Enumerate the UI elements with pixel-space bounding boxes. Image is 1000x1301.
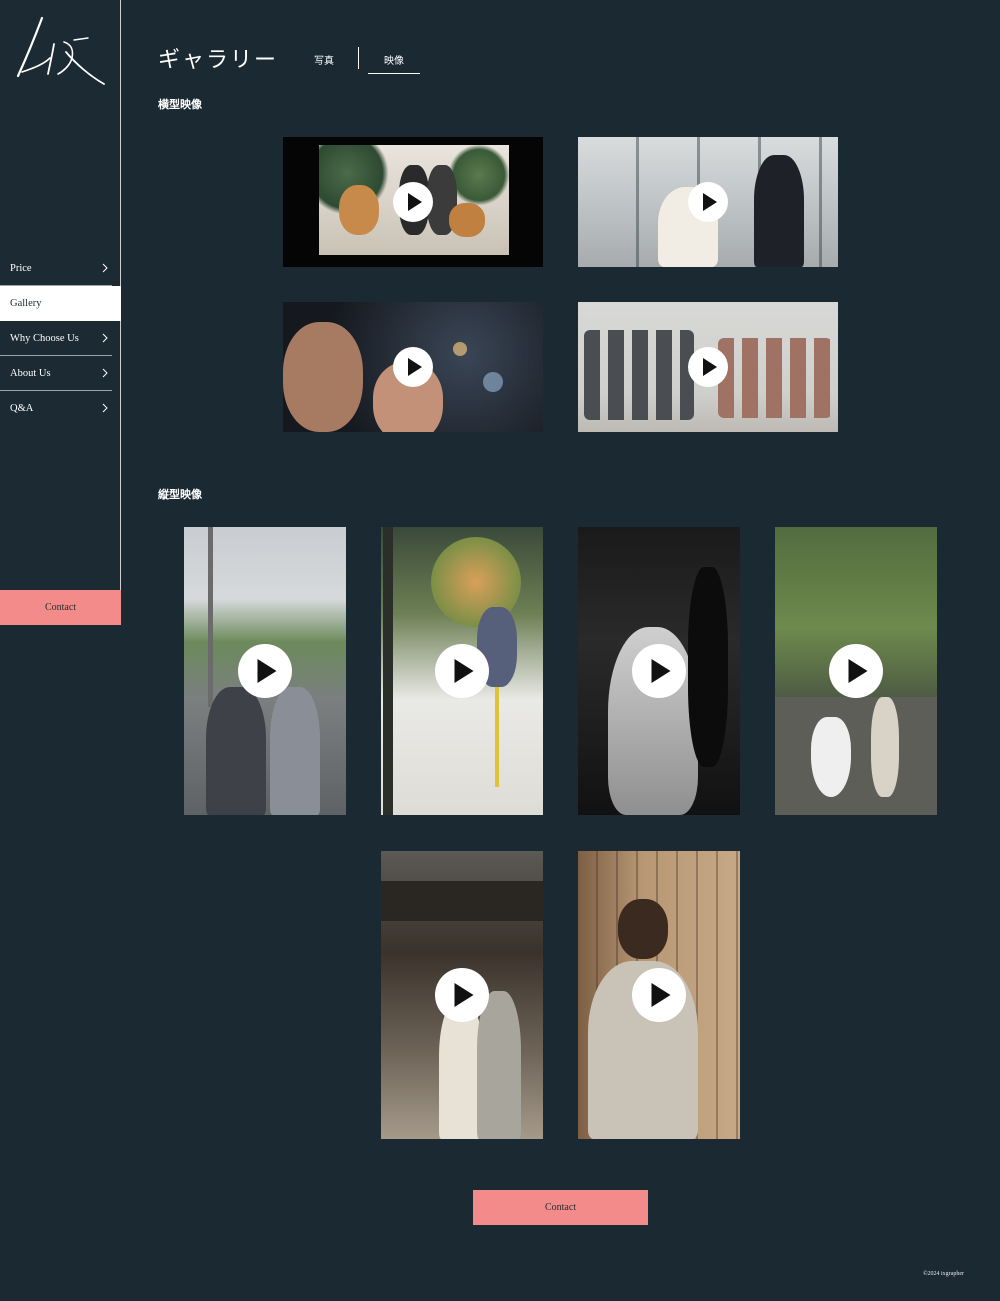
play-icon <box>632 968 686 1022</box>
play-icon <box>688 182 728 222</box>
tab-divider <box>358 47 359 69</box>
thumbnail-detail <box>754 155 804 267</box>
play-icon <box>435 968 489 1022</box>
section-title-horizontal: 横型映像 <box>158 98 202 111</box>
sidebar-item-qa[interactable]: Q&A <box>0 391 112 426</box>
play-icon <box>393 347 433 387</box>
play-icon <box>829 644 883 698</box>
thumbnail-detail <box>811 717 851 797</box>
copyright: ©2024 ixgrapher <box>922 1271 964 1277</box>
sidebar-item-label: Q&A <box>10 403 34 414</box>
play-icon <box>238 644 292 698</box>
video-thumbnail[interactable] <box>578 527 740 815</box>
thumbnail-detail <box>584 330 694 420</box>
thumbnail-detail <box>206 687 266 815</box>
sidebar: Price Gallery Why Choose Us About Us Q&A… <box>0 0 121 625</box>
video-thumbnail[interactable] <box>184 527 346 815</box>
thumbnail-detail <box>453 342 467 356</box>
sidebar-item-why-choose-us[interactable]: Why Choose Us <box>0 321 112 356</box>
thumbnail-detail <box>449 145 509 205</box>
section-title-vertical: 縦型映像 <box>158 488 202 501</box>
sidebar-item-about-us[interactable]: About Us <box>0 356 112 391</box>
tab-video[interactable]: 映像 <box>368 52 420 74</box>
thumbnail-detail <box>688 567 728 767</box>
tab-photo[interactable]: 写真 <box>314 52 334 67</box>
video-thumbnail[interactable] <box>578 851 740 1139</box>
logo-icon[interactable] <box>14 14 106 88</box>
thumbnail-detail <box>775 697 937 815</box>
video-thumbnail[interactable] <box>775 527 937 815</box>
thumbnail-detail <box>208 527 213 707</box>
sidebar-nav: Price Gallery Why Choose Us About Us Q&A <box>0 251 121 426</box>
thumbnail-detail <box>871 697 899 797</box>
thumbnail-detail <box>383 527 393 815</box>
sidebar-item-gallery[interactable]: Gallery <box>0 286 121 321</box>
sidebar-item-label: About Us <box>10 368 51 379</box>
thumbnail-detail <box>339 185 379 235</box>
video-thumbnail[interactable] <box>578 302 838 432</box>
chevron-right-icon <box>102 333 108 343</box>
sidebar-item-label: Gallery <box>10 298 42 309</box>
thumbnail-detail <box>270 687 320 815</box>
sidebar-item-label: Price <box>10 263 32 274</box>
thumbnail-detail <box>718 338 832 418</box>
play-icon <box>393 182 433 222</box>
chevron-right-icon <box>102 263 108 273</box>
sidebar-contact-button[interactable]: Contact <box>0 590 121 625</box>
video-thumbnail[interactable] <box>381 851 543 1139</box>
contact-button[interactable]: Contact <box>473 1190 648 1225</box>
chevron-right-icon <box>102 403 108 413</box>
play-icon <box>435 644 489 698</box>
video-thumbnail[interactable] <box>283 302 543 432</box>
chevron-right-icon <box>102 368 108 378</box>
thumbnail-detail <box>483 372 503 392</box>
video-thumbnail[interactable] <box>578 137 838 267</box>
thumbnail-detail <box>618 899 668 959</box>
play-icon <box>632 644 686 698</box>
sidebar-item-label: Why Choose Us <box>10 333 79 344</box>
video-thumbnail[interactable] <box>381 527 543 815</box>
thumbnail-detail <box>477 991 521 1139</box>
sidebar-item-price[interactable]: Price <box>0 251 112 286</box>
play-icon <box>688 347 728 387</box>
page-title: ギャラリー <box>158 48 279 73</box>
thumbnail-detail <box>449 203 485 237</box>
thumbnail-detail <box>283 322 363 432</box>
thumbnail-detail <box>381 881 543 921</box>
video-thumbnail[interactable] <box>283 137 543 267</box>
